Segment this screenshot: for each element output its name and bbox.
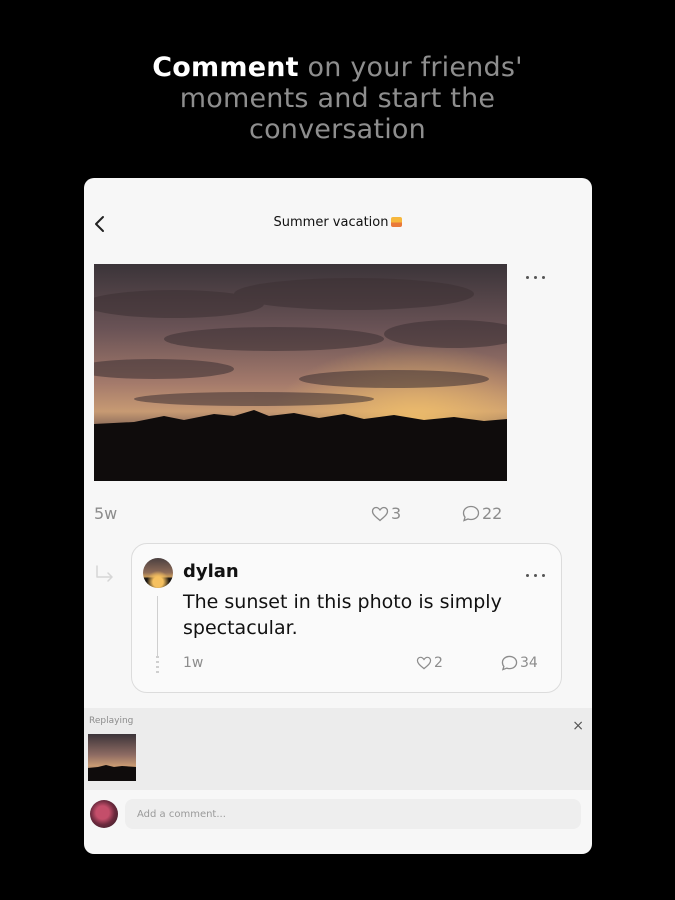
headline-line-1: Comment on your friends' <box>0 52 675 83</box>
thread-line <box>157 596 158 656</box>
comment-username[interactable]: dylan <box>183 561 239 582</box>
post-comments-button[interactable]: 22 <box>462 504 502 523</box>
promo-headline: Comment on your friends' moments and sta… <box>0 52 675 145</box>
speech-bubble-icon <box>462 505 480 522</box>
album-title-text: Summer vacation <box>273 215 389 230</box>
headline-line-2: moments and start the <box>179 83 496 114</box>
comment-like-count: 2 <box>434 655 443 671</box>
speech-bubble-icon <box>501 655 518 671</box>
sunset-photo-image <box>94 264 507 481</box>
comment-reply-count: 34 <box>520 655 538 671</box>
replying-panel: Replaying × <box>84 708 592 790</box>
post-like-button[interactable]: 3 <box>371 504 401 523</box>
headline-line-3: conversation <box>249 114 426 145</box>
comment-age: 1w <box>183 655 204 671</box>
avatar[interactable] <box>90 800 118 828</box>
sunset-emoji-icon <box>391 217 403 227</box>
post-like-count: 3 <box>391 504 402 523</box>
comment-like-button[interactable]: 2 <box>416 655 443 671</box>
avatar[interactable] <box>143 558 173 588</box>
comment-reply-button[interactable]: 34 <box>501 655 538 671</box>
phone-screen-card: Summer vacation 5w 3 22 dylan The sunset… <box>84 178 592 854</box>
heart-icon <box>371 506 389 521</box>
close-icon[interactable]: × <box>572 718 584 734</box>
post-photo[interactable] <box>94 264 507 481</box>
headline-line-1-rest: on your friends' <box>298 52 523 83</box>
headline-strong: Comment <box>152 52 299 83</box>
reply-photo-thumbnail <box>88 734 136 781</box>
comment-composer <box>84 790 592 854</box>
thread-dots <box>156 656 159 674</box>
comment-more-options-icon[interactable] <box>524 571 548 581</box>
comment-text: The sunset in this photo is simply spect… <box>183 591 502 639</box>
post-comment-count: 22 <box>482 504 503 523</box>
replying-label: Replaying <box>89 716 134 726</box>
sunset-thumbnail-image <box>88 734 136 781</box>
top-bar: Summer vacation <box>84 178 592 268</box>
comment-input[interactable] <box>125 799 581 829</box>
comment-card: dylan The sunset in this photo is simply… <box>131 543 562 693</box>
heart-icon <box>416 656 432 670</box>
album-title: Summer vacation <box>84 215 592 230</box>
post-more-options-icon[interactable] <box>524 273 548 283</box>
reply-arrow-icon <box>96 565 113 582</box>
post-age: 5w <box>94 504 118 523</box>
